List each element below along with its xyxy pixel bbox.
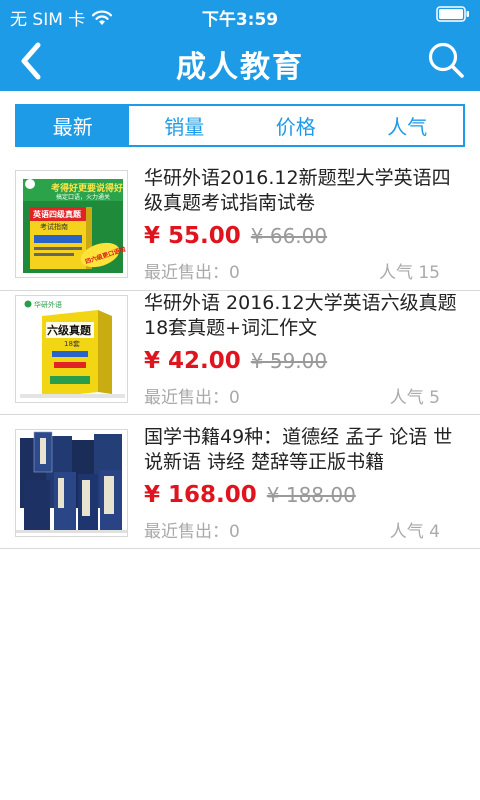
battery-icon bbox=[436, 6, 469, 22]
tab-newest[interactable]: 最新 bbox=[17, 106, 129, 145]
cover-banner-subtext: 搞定口语，火力通关 bbox=[56, 193, 110, 201]
product-thumbnail bbox=[15, 429, 128, 537]
book-cover-image: 华研外语 六级真题 18套 bbox=[16, 296, 127, 402]
product-item[interactable]: 华研外语 六级真题 18套 华研外语 2016.12大学英语六级真题18套真题+… bbox=[0, 281, 480, 415]
book-set-image bbox=[16, 430, 127, 536]
popularity-count: 人气 4 bbox=[389, 522, 440, 542]
tab-price[interactable]: 价格 bbox=[240, 106, 352, 145]
search-button[interactable] bbox=[424, 38, 468, 82]
app-header: 无 SIM 卡 下午3:59 成人教育 bbox=[0, 0, 480, 91]
price-row: ¥ 55.00 ¥ 66.00 bbox=[144, 223, 327, 249]
cover-main-text: 六级真题 bbox=[47, 323, 92, 337]
recent-sales: 最近售出：0 bbox=[144, 522, 240, 542]
nav-bar: 成人教育 bbox=[0, 30, 480, 91]
price-row: ¥ 168.00 ¥ 188.00 bbox=[144, 482, 356, 508]
cover-main-subtext: 18套 bbox=[64, 339, 80, 348]
product-original-price: ¥ 66.00 bbox=[250, 224, 328, 248]
price-row: ¥ 42.00 ¥ 59.00 bbox=[144, 348, 327, 374]
cover-main-text: 英语四级真题 bbox=[32, 209, 82, 219]
tab-sales[interactable]: 销量 bbox=[129, 106, 241, 145]
recent-sales: 最近售出：0 bbox=[144, 263, 240, 283]
product-item[interactable]: 国学书籍49种：道德经 孟子 论语 世说新语 诗经 楚辞等正版书籍 ¥ 168.… bbox=[0, 415, 480, 549]
product-title: 华研外语2016.12新题型大学英语四级真题考试指南试卷 bbox=[144, 167, 451, 214]
book-cover-image: 考得好更要说得好 搞定口语，火力通关 英语四级真题 考试指南 四六级更口语啦 bbox=[16, 171, 127, 277]
product-price: ¥ 55.00 bbox=[144, 223, 241, 249]
recent-sales: 最近售出：0 bbox=[144, 388, 240, 408]
product-original-price: ¥ 59.00 bbox=[250, 349, 328, 373]
status-bar: 无 SIM 卡 下午3:59 bbox=[0, 0, 480, 30]
product-original-price: ¥ 188.00 bbox=[266, 483, 356, 507]
product-list: 考得好更要说得好 搞定口语，火力通关 英语四级真题 考试指南 四六级更口语啦 华… bbox=[0, 146, 480, 549]
product-price: ¥ 42.00 bbox=[144, 348, 241, 374]
product-item[interactable]: 考得好更要说得好 搞定口语，火力通关 英语四级真题 考试指南 四六级更口语啦 华… bbox=[0, 156, 480, 291]
cover-banner-text: 考得好更要说得好 bbox=[51, 182, 123, 194]
tab-popularity[interactable]: 人气 bbox=[352, 106, 464, 145]
product-title: 国学书籍49种：道德经 孟子 论语 世说新语 诗经 楚辞等正版书籍 bbox=[144, 426, 453, 473]
page-title: 成人教育 bbox=[176, 50, 304, 85]
cover-main-subtext: 考试指南 bbox=[40, 222, 68, 231]
status-time: 下午3:59 bbox=[201, 10, 279, 30]
product-title: 华研外语 2016.12大学英语六级真题18套真题+词汇作文 bbox=[144, 292, 457, 339]
product-price: ¥ 168.00 bbox=[144, 482, 257, 508]
popularity-count: 人气 15 bbox=[378, 263, 440, 283]
popularity-count: 人气 5 bbox=[389, 388, 440, 408]
search-icon bbox=[428, 42, 464, 78]
product-thumbnail: 考得好更要说得好 搞定口语，火力通关 英语四级真题 考试指南 四六级更口语啦 bbox=[15, 170, 128, 278]
cover-publisher-text: 华研外语 bbox=[34, 300, 62, 309]
sort-tabs: 最新 销量 价格 人气 bbox=[15, 104, 465, 147]
product-thumbnail: 华研外语 六级真题 18套 bbox=[15, 295, 128, 403]
